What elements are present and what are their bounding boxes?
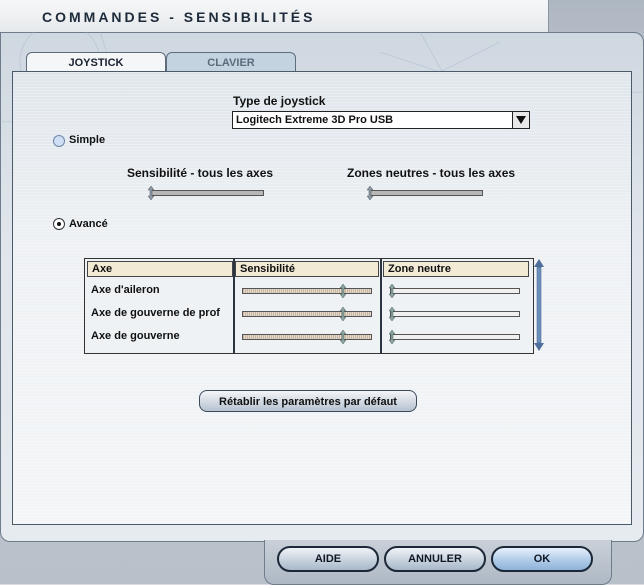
joystick-type-label: Type de joystick	[233, 94, 325, 108]
sensitivity-slider[interactable]	[242, 334, 372, 340]
table-scrollbar[interactable]	[534, 259, 544, 351]
column-divider	[380, 259, 382, 353]
column-divider	[233, 259, 235, 353]
reset-defaults-button[interactable]: Rétablir les paramètres par défaut	[199, 390, 417, 412]
simple-label: Simple	[69, 134, 106, 146]
sensitivity-slider-thumb[interactable]	[340, 330, 346, 344]
sensitivity-slider-thumb[interactable]	[340, 284, 346, 298]
deadzone-slider-thumb[interactable]	[389, 284, 395, 298]
ok-button[interactable]: OK	[491, 546, 593, 572]
dialog-title: COMMANDES - SENSIBILITÉS	[42, 9, 316, 25]
help-button[interactable]: AIDE	[277, 546, 379, 572]
header-deadzone: Zone neutre	[383, 261, 529, 277]
table-row-label: Axe d'aileron	[91, 284, 160, 296]
deadzone-slider[interactable]	[390, 334, 520, 340]
deadzone-slider[interactable]	[390, 288, 520, 294]
deadzone-slider-thumb[interactable]	[389, 330, 395, 344]
tab-joystick[interactable]: JOYSTICK	[26, 52, 166, 73]
title-bar: COMMANDES - SENSIBILITÉS	[0, 0, 549, 33]
deadzone-slider-thumb[interactable]	[389, 307, 395, 321]
sensitivity-slider[interactable]	[242, 311, 372, 317]
sensitivity-all-axes-slider[interactable]	[151, 190, 264, 196]
simple-radio[interactable]	[53, 135, 65, 147]
scroll-up-icon	[534, 259, 544, 267]
deadzone-all-axes-label: Zones neutres - tous les axes	[347, 166, 516, 180]
sensitivity-slider-thumb[interactable]	[340, 307, 346, 321]
header-sensitivity: Sensibilité	[235, 261, 379, 277]
joystick-type-label-text: Type de joystick	[233, 94, 326, 108]
table-row-label: Axe de gouverne de prof	[91, 307, 220, 319]
joystick-type-select[interactable]: Logitech Extreme 3D Pro USB	[232, 111, 530, 129]
header-axis: Axe	[87, 261, 233, 277]
chevron-down-icon[interactable]	[512, 112, 529, 128]
sensitivity-slider[interactable]	[242, 288, 372, 294]
advanced-label: Avancé	[69, 218, 108, 230]
sensitivity-all-axes-thumb[interactable]	[148, 186, 154, 200]
cancel-button[interactable]: ANNULER	[384, 546, 486, 572]
tab-clavier[interactable]: CLAVIER	[166, 52, 296, 73]
joystick-type-value: Logitech Extreme 3D Pro USB	[236, 114, 394, 126]
advanced-radio[interactable]	[53, 218, 65, 230]
table-row-label: Axe de gouverne	[91, 330, 180, 342]
deadzone-slider[interactable]	[390, 311, 520, 317]
deadzone-all-axes-thumb[interactable]	[367, 186, 373, 200]
scroll-down-icon	[534, 343, 544, 351]
deadzone-all-axes-slider[interactable]	[370, 190, 483, 196]
sensitivity-all-axes-label: Sensibilité - tous les axes	[127, 166, 274, 180]
